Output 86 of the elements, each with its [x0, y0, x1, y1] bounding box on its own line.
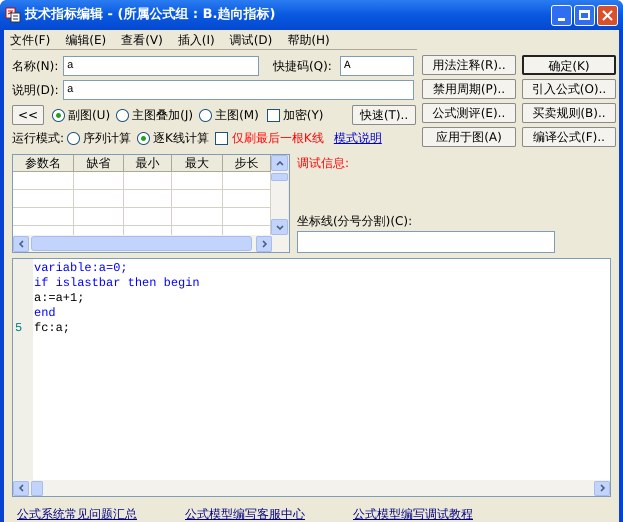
window-title: 技术指标编辑 - (所属公式组 : B.趋向指标)	[25, 6, 276, 24]
minimize-icon	[558, 18, 565, 20]
dialog-button[interactable]: 公式测评(E)..	[422, 103, 516, 123]
scroll-thumb[interactable]	[271, 173, 288, 181]
menu-item[interactable]: 帮助(H)	[287, 30, 330, 48]
mode-help-link[interactable]: 模式说明	[334, 129, 382, 147]
scroll-down-icon[interactable]	[276, 224, 284, 230]
axis-lines-field[interactable]	[297, 231, 555, 253]
line-number: 5	[14, 321, 24, 336]
help-link[interactable]: 公式模型编写客服中心	[185, 505, 305, 522]
debug-info-label: 调试信息:	[297, 155, 350, 172]
radio-button[interactable]	[116, 108, 130, 122]
help-link[interactable]: 公式系统常见问题汇总	[17, 505, 137, 522]
checkbox[interactable]	[214, 132, 228, 144]
radio-button[interactable]	[52, 108, 65, 122]
table-cell[interactable]	[74, 190, 124, 208]
radio-button[interactable]	[199, 108, 212, 122]
table-cell[interactable]	[13, 172, 74, 190]
column-header[interactable]: 最小	[124, 155, 172, 172]
table-cell[interactable]	[124, 190, 172, 208]
scroll-right-icon[interactable]	[262, 240, 266, 248]
scroll-thumb[interactable]	[31, 480, 43, 496]
menu-item[interactable]: 调试(D)	[230, 30, 272, 48]
code-line: variable:a=0;	[34, 261, 129, 276]
code-line: if islastbar then begin	[34, 276, 200, 291]
description-field[interactable]: a	[63, 80, 414, 100]
radio-label[interactable]: 主图(M)	[215, 106, 259, 124]
collapse-button[interactable]: <<	[12, 105, 44, 125]
close-icon	[602, 10, 613, 20]
field-label: 说明(D):	[12, 82, 60, 99]
quick-button[interactable]: 快速(T)..	[352, 105, 416, 125]
horizontal-scrollbar[interactable]	[13, 235, 289, 252]
column-header[interactable]: 参数名	[13, 155, 74, 172]
vertical-scrollbar[interactable]	[271, 155, 288, 235]
scroll-up-icon[interactable]	[276, 160, 284, 166]
axis-lines-label: 坐标线(分号分割)(C):	[297, 213, 414, 230]
code-line: a:=a+1;	[34, 291, 86, 306]
field-label: 快捷码(Q):	[273, 58, 333, 75]
dialog-button[interactable]: 应用于图(A)	[422, 127, 516, 147]
code-line: fc:a;	[34, 321, 72, 336]
dialog-button[interactable]: 禁用周期(P)..	[422, 79, 516, 99]
menu-item[interactable]: 编辑(E)	[65, 30, 106, 48]
dialog-button[interactable]: 用法注释(R)..	[422, 55, 516, 75]
table-cell[interactable]	[74, 172, 124, 190]
menu-item[interactable]: 文件(F)	[10, 30, 50, 48]
radio-button[interactable]	[137, 132, 150, 144]
column-header[interactable]: 步长	[223, 155, 271, 172]
menu-item[interactable]: 插入(I)	[178, 30, 215, 48]
table-cell[interactable]	[172, 190, 223, 208]
table-cell[interactable]	[13, 208, 74, 226]
table-cell[interactable]	[172, 208, 223, 226]
scroll-left-icon[interactable]	[18, 484, 24, 492]
dialog-button[interactable]: 买卖规则(B)..	[522, 103, 616, 123]
app-icon	[5, 7, 21, 23]
checkbox-label[interactable]: 加密(Y)	[282, 106, 324, 124]
checkbox[interactable]	[266, 108, 280, 122]
scroll-left-icon[interactable]	[18, 240, 24, 248]
maximize-icon	[579, 10, 590, 20]
field-label: 名称(N):	[12, 58, 60, 75]
column-header[interactable]: 最大	[172, 155, 223, 172]
column-header[interactable]: 缺省	[74, 155, 124, 172]
menu-item[interactable]: 查看(V)	[121, 30, 163, 48]
scroll-thumb[interactable]	[31, 236, 252, 251]
maximize-button[interactable]	[574, 4, 595, 26]
minimize-button[interactable]	[551, 4, 572, 26]
table-cell[interactable]	[13, 190, 74, 208]
name-field[interactable]: a	[63, 56, 259, 76]
radio-button[interactable]	[67, 132, 80, 144]
table-cell[interactable]	[172, 172, 223, 190]
scroll-right-icon[interactable]	[600, 484, 604, 492]
radio-label[interactable]: 主图叠加(J)	[132, 106, 194, 124]
help-link[interactable]: 公式模型编写调试教程	[353, 505, 473, 522]
table-cell[interactable]	[124, 172, 172, 190]
horizontal-scrollbar[interactable]	[13, 480, 610, 496]
dialog-button[interactable]: 编译公式(F)..	[522, 127, 616, 147]
shortcut-field[interactable]: A	[340, 56, 414, 76]
code-line: end	[34, 306, 57, 321]
radio-label[interactable]: 序列计算	[83, 129, 132, 147]
run-mode-label: 运行模式:	[12, 130, 64, 147]
dialog-button[interactable]: 引入公式(O)..	[522, 79, 616, 99]
radio-label[interactable]: 副图(U)	[68, 106, 110, 124]
table-cell[interactable]	[74, 208, 124, 226]
close-button[interactable]	[597, 4, 618, 26]
dialog-button[interactable]: 确定(K)	[522, 55, 616, 75]
table-cell[interactable]	[124, 208, 172, 226]
radio-label[interactable]: 逐K线计算	[153, 129, 209, 147]
